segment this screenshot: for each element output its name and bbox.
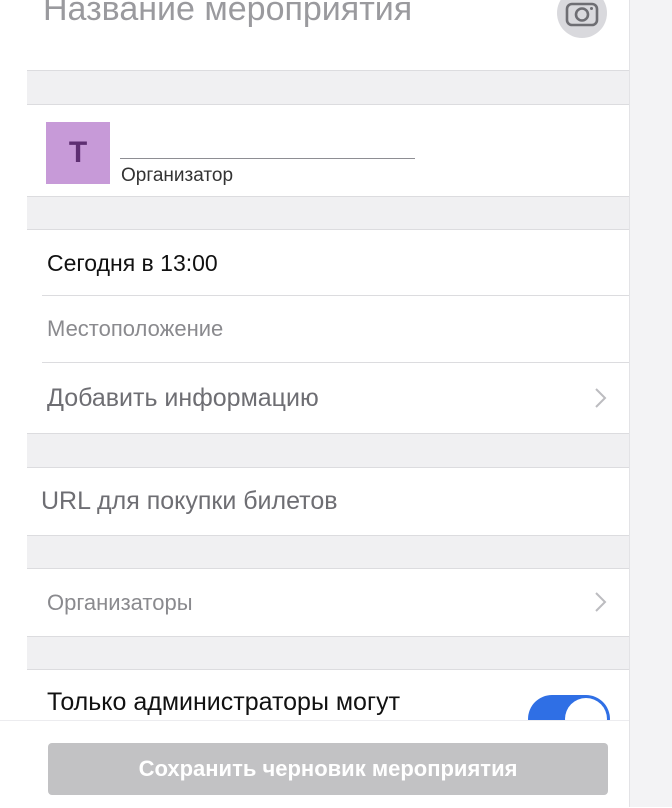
- organizer-label: Организатор: [121, 165, 234, 186]
- event-title-input[interactable]: Название мероприятия: [43, 0, 412, 29]
- admins-only-label: Только администраторы могут: [47, 688, 401, 716]
- organizer-field-underline: [120, 158, 415, 159]
- date-time-row[interactable]: Сегодня в 13:00: [27, 230, 629, 296]
- add-info-label: Добавить информацию: [47, 384, 319, 412]
- save-draft-button[interactable]: Сохранить черновик мероприятия: [48, 743, 608, 795]
- section-gap: [27, 433, 629, 468]
- organizers-label: Организаторы: [47, 590, 193, 615]
- organizers-row[interactable]: Организаторы: [27, 569, 629, 636]
- section-gap: [27, 196, 629, 230]
- right-edge-panel: [629, 0, 672, 807]
- section-gap: [27, 70, 629, 105]
- date-time-text: Сегодня в 13:00: [47, 250, 218, 276]
- chevron-right-icon: [595, 592, 607, 612]
- add-info-row[interactable]: Добавить информацию: [27, 363, 629, 433]
- chevron-right-icon: [595, 388, 607, 408]
- location-input[interactable]: Местоположение: [47, 316, 223, 342]
- camera-icon: [565, 2, 599, 27]
- avatar: T: [46, 122, 110, 184]
- ticket-url-input[interactable]: URL для покупки билетов: [41, 487, 338, 516]
- event-form: Название мероприятия T Организатор Сегод…: [27, 0, 629, 807]
- ticket-url-row[interactable]: URL для покупки билетов: [27, 468, 629, 535]
- section-gap: [27, 535, 629, 569]
- section-gap: [27, 636, 629, 670]
- location-row[interactable]: Местоположение: [27, 296, 629, 362]
- add-photo-button[interactable]: [557, 0, 607, 38]
- organizer-row[interactable]: T Организатор: [27, 104, 629, 196]
